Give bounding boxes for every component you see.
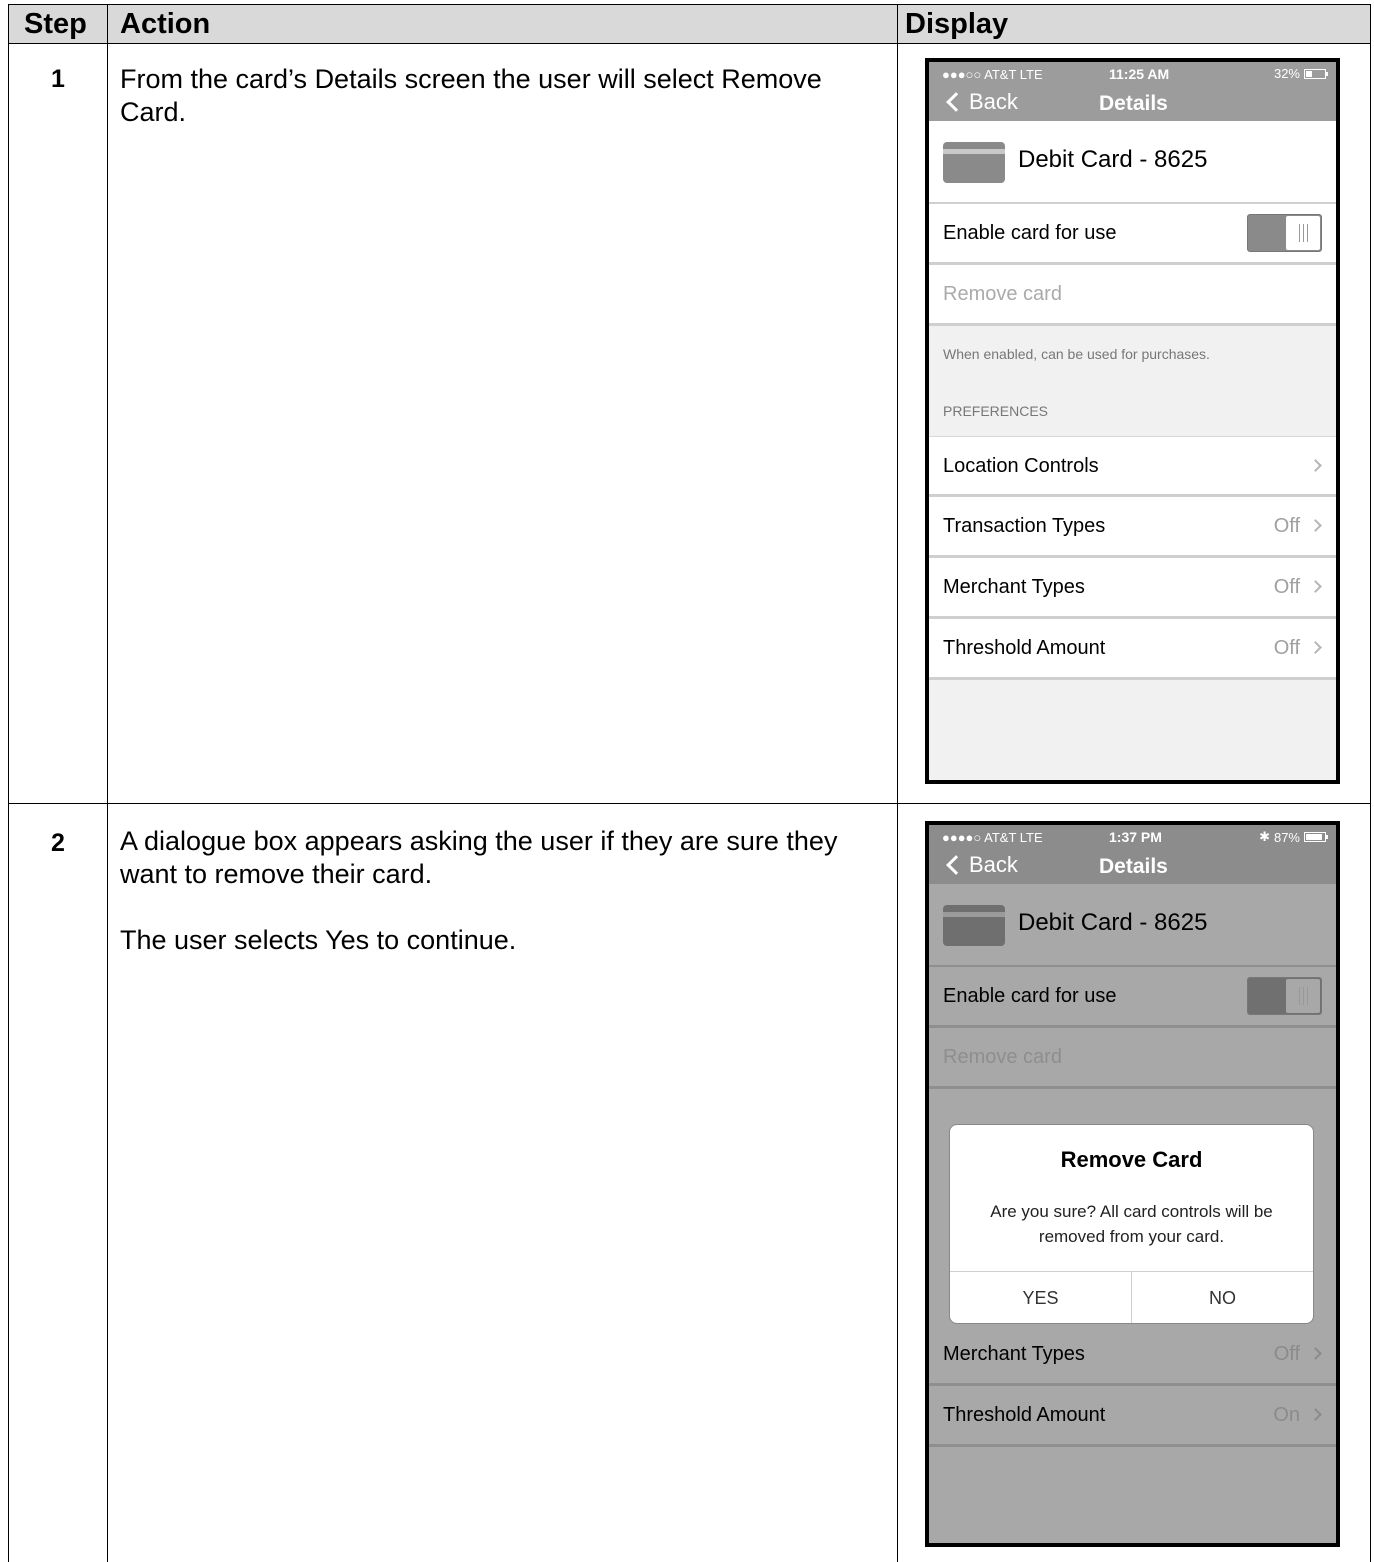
table-header-background [8,5,1371,43]
chevron-left-icon [946,92,966,112]
toggle-knob [1286,216,1320,250]
nav-title: Details [1099,92,1168,115]
battery-icon [1304,832,1328,842]
action-paragraph: The user selects Yes to continue. [120,925,517,955]
pref-value: On [1273,1404,1300,1426]
table-column-divider [897,4,898,1562]
remove-card-row: Remove card [929,1028,1336,1089]
pref-value: Off [1273,1343,1300,1365]
table-border-right [1370,4,1371,1562]
pref-label: Threshold Amount [943,637,1106,659]
pref-row-merchant-types[interactable]: Merchant Types Off [929,558,1336,619]
card-title: Debit Card - 8625 [1018,909,1208,936]
table-border-left [8,4,9,1562]
info-area: When enabled, can be used for purchases.… [929,326,1336,436]
status-bar: ●●●○○ AT&T LTE 11:25 AM 32% [929,62,1336,85]
table-header-divider [8,43,1371,44]
card-title: Debit Card - 8625 [1018,146,1208,173]
footnote: When enabled, can be used for purchases. [943,346,1210,362]
battery-icon [1304,68,1328,79]
chevron-right-icon [1309,1347,1322,1360]
phone-screenshot-details: ●●●○○ AT&T LTE 11:25 AM 32% Back Details… [925,58,1340,784]
battery-percent: 87% [1273,829,1300,845]
remove-card-row[interactable]: Remove card [929,265,1336,326]
nav-bar: Back Details [929,848,1336,884]
remove-card-dialog: Remove Card Are you sure? All card contr… [949,1124,1314,1324]
credit-card-icon [943,905,1005,946]
back-button[interactable]: Back [946,852,1018,878]
pref-row-transaction-types[interactable]: Transaction Types Off [929,497,1336,558]
pref-label: Threshold Amount [943,1404,1106,1426]
status-bar: ●●●●○ AT&T LTE 1:37 PM ✱ 87% [929,825,1336,848]
table-column-divider [107,4,108,1562]
pref-value: Off [1273,515,1300,537]
card-header: Debit Card - 8625 [929,884,1336,967]
dialog-buttons: YES NO [950,1271,1313,1323]
step-action-text: From the card’s Details screen the user … [120,63,880,129]
pref-label: Merchant Types [943,1343,1085,1365]
bluetooth-icon: ✱ [1259,829,1270,844]
header-action: Action [120,8,211,40]
pref-row-merchant-types: Merchant Types Off [929,1325,1336,1386]
status-time: 11:25 AM [1109,66,1170,82]
nav-bar: Back Details [929,85,1336,121]
card-header: Debit Card - 8625 [929,121,1336,204]
toggle-knob [1286,979,1320,1013]
remove-card-label: Remove card [943,283,1062,305]
chevron-right-icon [1309,580,1322,593]
chevron-right-icon [1309,641,1322,654]
nav-title: Details [1099,855,1168,878]
pref-value: Off [1273,576,1300,598]
action-paragraph: A dialogue box appears asking the user i… [120,826,838,889]
chevron-left-icon [946,855,966,875]
step-number: 1 [51,65,65,93]
table-row-divider [8,803,1371,804]
step-number: 2 [51,829,65,857]
battery-status: 32% [1273,66,1328,81]
no-button[interactable]: NO [1131,1272,1313,1323]
enable-card-row: Enable card for use [929,967,1336,1028]
pref-row-threshold-amount: Threshold Amount On [929,1386,1336,1447]
enable-card-label: Enable card for use [943,222,1117,244]
header-step: Step [24,8,87,40]
header-display: Display [905,8,1009,40]
carrier-signal: ●●●○○ AT&T LTE [942,67,1043,82]
table-border-top [8,4,1371,5]
remove-card-label: Remove card [943,1046,1062,1068]
pref-value: Off [1273,637,1300,659]
battery-percent: 32% [1273,66,1300,81]
dialog-message: Are you sure? All card controls will be … [990,1202,1273,1246]
pref-label: Transaction Types [943,515,1106,537]
back-label: Back [969,89,1018,114]
chevron-right-icon [1309,459,1322,472]
chevron-right-icon [1309,519,1322,532]
back-button[interactable]: Back [946,89,1018,115]
carrier-signal: ●●●●○ AT&T LTE [942,830,1043,845]
action-paragraph: From the card’s Details screen the user … [120,64,822,127]
status-time: 1:37 PM [1109,829,1162,845]
pref-label: Merchant Types [943,576,1085,598]
pref-row-location-controls[interactable]: Location Controls [929,436,1336,497]
pref-label: Location Controls [943,455,1099,477]
section-header: PREFERENCES [943,403,1049,419]
battery-fill [1306,834,1322,840]
step-action-text: A dialogue box appears asking the user i… [120,825,880,957]
enable-card-toggle [1247,977,1322,1015]
enable-card-label: Enable card for use [943,985,1117,1007]
credit-card-icon [943,142,1005,183]
enable-card-row: Enable card for use [929,204,1336,265]
dialog-title: Remove Card [1060,1147,1203,1172]
enable-card-toggle[interactable] [1247,214,1322,252]
battery-status: ✱ 87% [1259,829,1328,845]
battery-fill [1306,70,1312,77]
yes-button[interactable]: YES [950,1272,1131,1323]
back-label: Back [969,852,1018,877]
chevron-right-icon [1309,1408,1322,1421]
pref-row-threshold-amount[interactable]: Threshold Amount Off [929,619,1336,680]
